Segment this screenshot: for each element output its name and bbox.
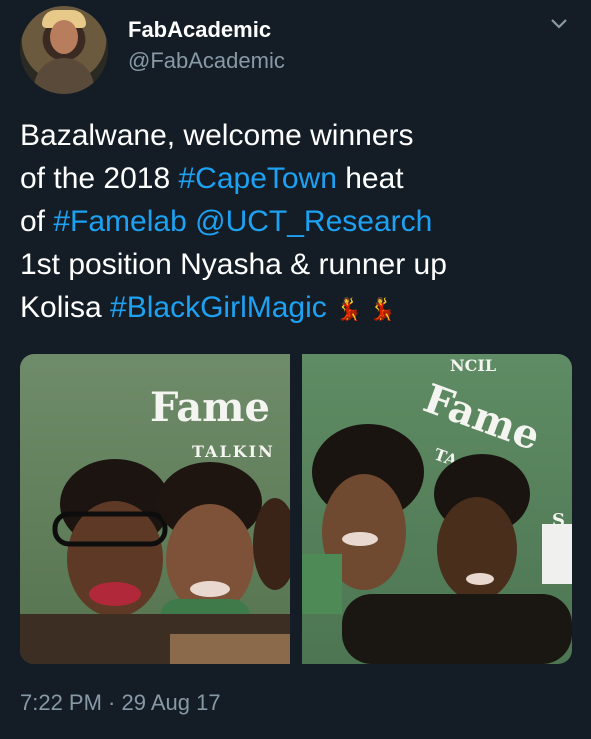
tweet-timestamp[interactable]: 7:22 PM · 29 Aug 17 (20, 690, 221, 716)
tweet-line-1: Bazalwane, welcome winners (20, 119, 414, 152)
dancer-emoji: 💃 💃 (335, 296, 397, 322)
tweet-line-5: Kolisa #BlackGirlMagic 💃 💃 (20, 291, 397, 324)
tweet-photo-right[interactable]: NCIL Fame TA S (302, 354, 572, 664)
hashtag-famelab-link[interactable]: #Famelab (53, 205, 186, 238)
mention-uct-research-link[interactable]: @UCT_Research (195, 205, 432, 238)
author-name[interactable]: FabAcademic (128, 17, 271, 43)
photo-people-left (20, 459, 290, 664)
tweet-line-4: 1st position Nyasha & runner up (20, 248, 447, 281)
avatar-face (50, 20, 78, 54)
tweet-text: Bazalwane, welcome winners of the 2018 #… (20, 114, 580, 331)
author-handle[interactable]: @FabAcademic (128, 48, 285, 74)
hashtag-blackgirlmagic-link[interactable]: #BlackGirlMagic (110, 291, 327, 324)
tweet-photo-left[interactable]: Fame TALKIN (20, 354, 290, 664)
tweet-line-2: of the 2018 #CapeTown heat (20, 162, 404, 195)
tweet-line-3: of #Famelab @UCT_Research (20, 205, 433, 238)
chevron-down-icon[interactable] (549, 14, 569, 34)
avatar[interactable] (20, 6, 108, 94)
hashtag-capetown-link[interactable]: #CapeTown (178, 162, 336, 195)
photo-people-right (302, 424, 572, 664)
avatar-body (34, 58, 94, 94)
